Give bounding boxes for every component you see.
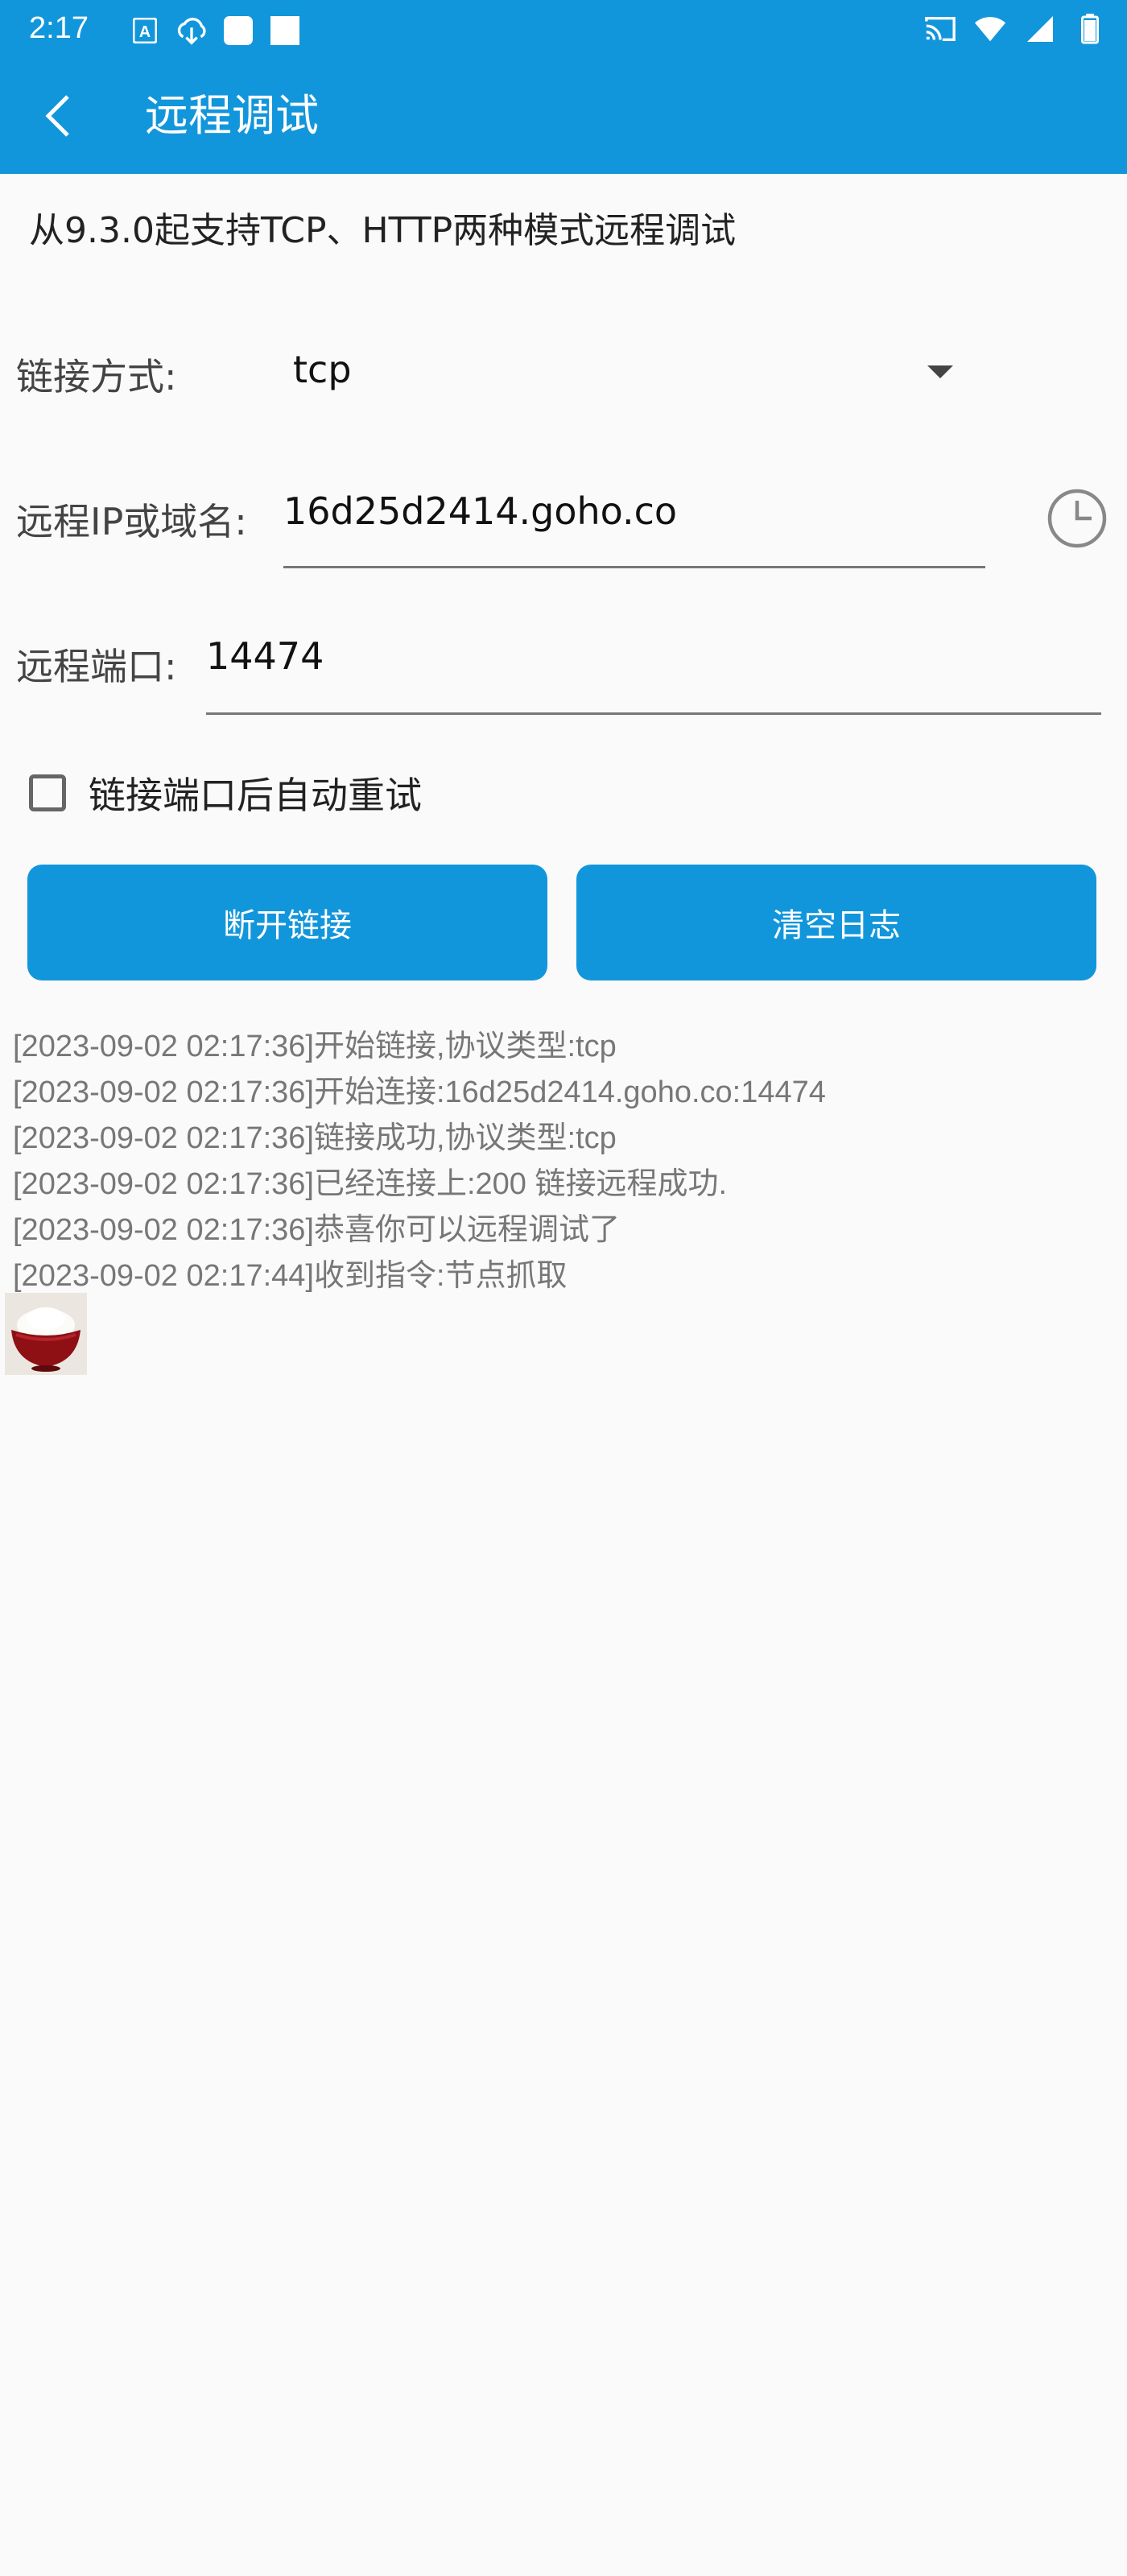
checkbox-box [29,774,66,811]
remote-port-input[interactable]: 14474 [206,625,1101,715]
remote-port-value: 14474 [206,634,324,678]
app-bar: 远程调试 [0,58,1127,174]
status-icons-left: A [129,14,301,47]
connection-mode-label: 链接方式: [16,355,177,398]
back-arrow-icon [45,95,69,137]
log-line: [2023-09-02 02:17:36]已经连接上:200 链接远程成功. [13,1167,728,1201]
clear-log-button[interactable]: 清空日志 [576,865,1096,980]
log-line: [2023-09-02 02:17:36]恭喜你可以远程调试了 [13,1213,620,1247]
svg-text:A: A [139,23,151,41]
translate-icon: A [129,14,161,47]
notification-square-icon [269,14,301,47]
log-line: [2023-09-02 02:17:36]开始连接:16d25d2414.goh… [13,1075,826,1109]
signal-icon [1024,13,1056,45]
status-time: 2:17 [29,11,89,45]
back-button[interactable] [29,87,87,145]
dropdown-arrow-icon [927,365,953,378]
log-line: [2023-09-02 02:17:44]收到指令:节点抓取 [13,1259,568,1293]
remote-port-label: 远程端口: [16,645,177,688]
auto-retry-checkbox[interactable]: 链接端口后自动重试 [29,765,422,821]
connection-mode-value: tcp [293,348,352,391]
cast-icon [924,13,956,45]
disconnect-button[interactable]: 断开链接 [27,865,547,980]
support-notice: 从9.3.0起支持TCP、HTTP两种模式远程调试 [29,210,737,251]
download-icon [175,14,208,47]
remote-ip-input[interactable]: 16d25d2414.goho.co [283,480,985,568]
remote-ip-value: 16d25d2414.goho.co [283,489,678,533]
remote-ip-label: 远程IP或域名: [16,500,247,543]
rice-bowl-image [5,1293,87,1375]
wifi-icon [974,13,1006,45]
connection-mode-select[interactable]: tcp [290,338,966,406]
log-output: [2023-09-02 02:17:36]开始链接,协议类型:tcp [2023… [13,1024,1108,1299]
status-icons-right [924,13,1106,45]
battery-icon [1074,13,1106,45]
auto-retry-label: 链接端口后自动重试 [89,774,422,817]
log-line: [2023-09-02 02:17:36]链接成功,协议类型:tcp [13,1121,617,1155]
log-line: [2023-09-02 02:17:36]开始链接,协议类型:tcp [13,1030,617,1063]
status-bar: 2:17 A [0,0,1127,58]
notification-square-icon [222,14,254,47]
clock-icon [1047,489,1107,548]
history-button[interactable] [1045,486,1109,551]
page-title: 远程调试 [145,90,319,141]
